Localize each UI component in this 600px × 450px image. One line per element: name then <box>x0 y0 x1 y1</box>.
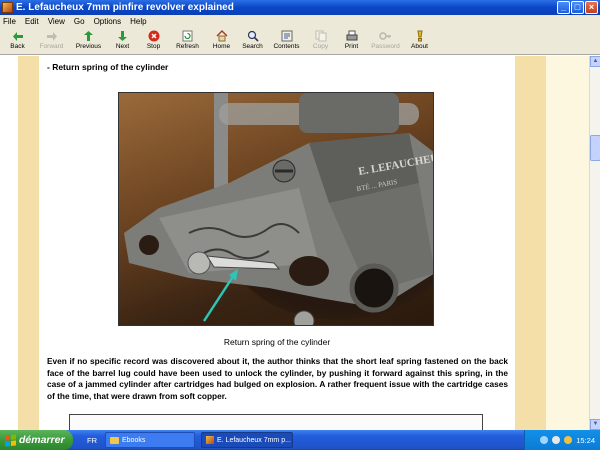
next-button[interactable]: Next <box>107 28 138 55</box>
clock[interactable]: 15:24 <box>576 436 595 445</box>
next-label: Next <box>115 43 130 50</box>
forward-arrow-icon <box>45 30 58 42</box>
back-button[interactable]: Back <box>2 28 33 55</box>
app-task-icon <box>206 436 214 444</box>
forward-button[interactable]: Forward <box>33 28 70 55</box>
copy-icon <box>314 30 327 42</box>
about-button[interactable]: About <box>404 28 435 55</box>
about-label: About <box>411 43 428 50</box>
network-icon[interactable] <box>540 436 549 444</box>
scroll-thumb[interactable] <box>590 135 600 161</box>
print-icon <box>345 30 358 42</box>
task-lefaucheux[interactable]: E. Lefaucheux 7mm p... <box>201 432 293 448</box>
window-title: E. Lefaucheux 7mm pinfire revolver expla… <box>16 2 234 13</box>
content-viewport[interactable]: - Return spring of the cylinder E. LEFAU… <box>0 56 589 430</box>
forward-label: Forward <box>39 43 64 50</box>
windows-logo-icon <box>5 433 16 447</box>
app-icon <box>2 2 13 13</box>
revolver-photo: E. LEFAUCHEUX BTÉ ... PARIS <box>118 92 434 326</box>
print-button[interactable]: Print <box>336 28 367 55</box>
right-margin-band <box>515 56 546 430</box>
scroll-up-button[interactable]: ▲ <box>590 56 600 67</box>
search-button[interactable]: Search <box>237 28 268 55</box>
home-button[interactable]: Home <box>206 28 237 55</box>
language-indicator[interactable]: FR <box>87 436 97 445</box>
start-label: démarrer <box>19 434 65 446</box>
about-icon <box>413 30 426 42</box>
previous-button[interactable]: Previous <box>70 28 107 55</box>
password-button[interactable]: Password <box>367 28 404 55</box>
contents-label: Contents <box>273 43 300 50</box>
photo-caption: Return spring of the cylinder <box>223 337 331 347</box>
notification-icon[interactable] <box>564 436 573 444</box>
toolbar: Back Forward Previous Next Stop Refresh … <box>0 28 600 55</box>
folder-icon <box>110 436 119 444</box>
task-lefaucheux-label: E. Lefaucheux 7mm p... <box>217 436 291 444</box>
menu-bar: File Edit View Go Options Help <box>0 15 600 28</box>
home-label: Home <box>212 43 231 50</box>
print-label: Print <box>344 43 359 50</box>
home-icon <box>215 30 228 42</box>
down-arrow-icon <box>116 30 129 42</box>
body-paragraph: Even if no specific record was discovere… <box>47 356 508 401</box>
next-figure-frame <box>69 414 483 430</box>
key-icon <box>379 30 392 42</box>
outer-margin-band <box>546 56 589 430</box>
taskbar: démarrer FR Ebooks E. Lefaucheux 7mm p..… <box>0 430 600 450</box>
menu-edit[interactable]: Edit <box>25 17 39 26</box>
refresh-label: Refresh <box>176 43 199 50</box>
back-label: Back <box>10 43 25 50</box>
title-bar[interactable]: E. Lefaucheux 7mm pinfire revolver expla… <box>0 0 600 15</box>
task-ebooks[interactable]: Ebooks <box>105 432 195 448</box>
previous-label: Previous <box>75 43 102 50</box>
copy-label: Copy <box>312 43 329 50</box>
page-content: - Return spring of the cylinder E. LEFAU… <box>39 56 515 430</box>
menu-view[interactable]: View <box>48 17 65 26</box>
search-icon <box>246 30 259 42</box>
copy-button[interactable]: Copy <box>305 28 336 55</box>
system-tray: 15:24 <box>524 430 600 450</box>
start-button[interactable]: démarrer <box>0 430 73 450</box>
stop-icon <box>147 30 160 42</box>
refresh-button[interactable]: Refresh <box>169 28 206 55</box>
menu-options[interactable]: Options <box>94 17 122 26</box>
close-button[interactable]: × <box>585 1 598 14</box>
menu-go[interactable]: Go <box>74 17 85 26</box>
up-arrow-icon <box>82 30 95 42</box>
contents-button[interactable]: Contents <box>268 28 305 55</box>
volume-icon[interactable] <box>552 436 561 444</box>
menu-file[interactable]: File <box>3 17 16 26</box>
stop-label: Stop <box>146 43 161 50</box>
vertical-scrollbar[interactable]: ▲ ▼ <box>589 56 600 430</box>
window-controls: _ □ × <box>557 1 598 14</box>
search-label: Search <box>242 43 263 50</box>
minimize-button[interactable]: _ <box>557 1 570 14</box>
scroll-down-button[interactable]: ▼ <box>590 419 600 430</box>
refresh-icon <box>181 30 194 42</box>
password-label: Password <box>371 43 400 50</box>
section-heading: - Return spring of the cylinder <box>47 62 169 72</box>
contents-icon <box>280 30 293 42</box>
stop-button[interactable]: Stop <box>138 28 169 55</box>
back-arrow-icon <box>11 30 24 42</box>
maximize-button[interactable]: □ <box>571 1 584 14</box>
menu-help[interactable]: Help <box>130 17 146 26</box>
task-ebooks-label: Ebooks <box>122 436 146 444</box>
left-margin-band <box>18 56 39 430</box>
